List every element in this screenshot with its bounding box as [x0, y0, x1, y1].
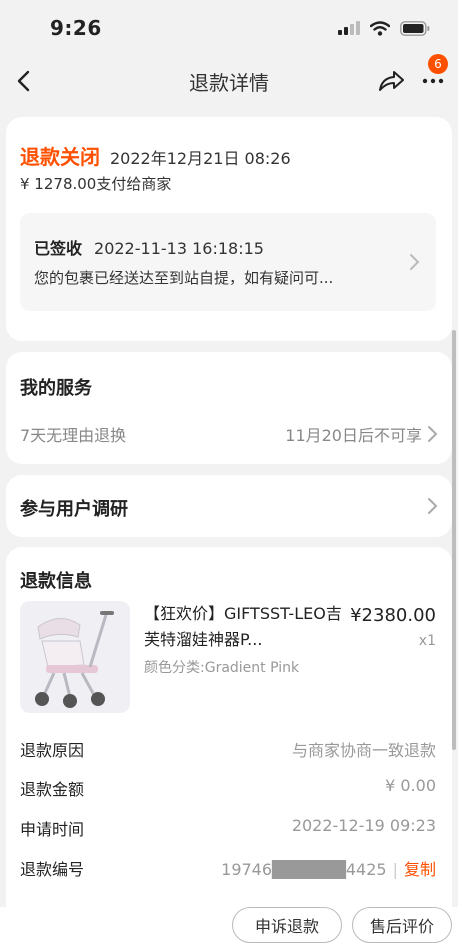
status-bar: 9:26 — [0, 0, 458, 56]
logistics-header: 已签收 2022-11-13 16:18:15 — [34, 235, 264, 259]
refund-info-card: 退款信息 【狂欢价】GIFTSST-LEO吉芙特溜娃神器P... 颜色分类:Gr… — [6, 547, 452, 907]
product-price: ¥2380.00 — [350, 605, 436, 626]
refund-status-card: 退款关闭 2022年12月21日 08:26 ¥ 1278.00支付给商家 已签… — [6, 117, 452, 341]
info-row-refund-no: 退款编号 19746██████4425 | 复制 — [20, 856, 436, 880]
chevron-right-icon — [410, 254, 420, 270]
service-item-name: 7天无理由退换 — [20, 426, 127, 445]
logistics-panel[interactable]: 已签收 2022-11-13 16:18:15 您的包裹已经送达至到站自提，如有… — [20, 213, 436, 311]
refund-status: 退款关闭 — [20, 145, 100, 169]
chevron-right-icon — [428, 498, 438, 514]
refund-info-title: 退款信息 — [20, 571, 92, 592]
stroller-image — [20, 601, 130, 713]
survey-title: 参与用户调研 — [20, 499, 128, 520]
refund-paid-line: ¥ 1278.00支付给商家 — [20, 175, 172, 193]
refund-number: 19746██████4425 — [221, 860, 387, 879]
after-sale-review-button[interactable]: 售后评价 — [352, 907, 452, 943]
scrollbar[interactable] — [452, 330, 456, 750]
info-label: 退款金额 — [20, 780, 85, 799]
bottom-action-bar: 申诉退款 售后评价 — [0, 907, 458, 952]
info-value-with-copy: 19746██████4425 | 复制 — [221, 856, 436, 880]
info-row-apply-time: 申请时间 2022-12-19 09:23 — [20, 816, 436, 840]
status-icons — [338, 20, 430, 36]
logistics-status: 已签收 — [34, 239, 83, 258]
refund-status-row: 退款关闭 2022年12月21日 08:26 — [20, 141, 291, 170]
product-qty: x1 — [418, 633, 436, 649]
back-icon[interactable] — [10, 66, 40, 96]
wifi-icon — [370, 20, 390, 36]
chevron-right-icon[interactable] — [426, 425, 438, 443]
notification-badge: 6 — [428, 54, 448, 74]
info-row-amount: 退款金额 ¥ 0.00 — [20, 776, 436, 800]
logistics-time: 2022-11-13 16:18:15 — [94, 239, 264, 258]
info-value: 2022-12-19 09:23 — [291, 816, 436, 835]
appeal-refund-button[interactable]: 申诉退款 — [232, 907, 342, 943]
product-image[interactable] — [20, 601, 130, 713]
info-label: 申请时间 — [20, 820, 85, 839]
info-label: 退款原因 — [20, 741, 85, 760]
status-time: 9:26 — [50, 16, 102, 40]
service-title: 我的服务 — [20, 378, 92, 399]
my-service-card: 我的服务 7天无理由退换 11月20日后不可享 — [6, 352, 452, 464]
battery-icon — [400, 20, 430, 36]
service-item-status[interactable]: 11月20日后不可享 — [285, 422, 422, 446]
page-title: 退款详情 — [189, 70, 269, 95]
signal-icon — [338, 21, 360, 35]
nav-bar: 退款详情 — [0, 56, 458, 106]
survey-card[interactable]: 参与用户调研 — [6, 475, 452, 537]
info-value: ¥ 0.00 — [385, 776, 436, 795]
product-spec: 颜色分类:Gradient Pink — [144, 660, 300, 676]
copy-button[interactable]: 复制 — [404, 860, 436, 879]
divider: | — [392, 860, 398, 879]
refund-close-time: 2022年12月21日 08:26 — [110, 149, 291, 168]
info-label: 退款编号 — [20, 860, 85, 879]
logistics-desc: 您的包裹已经送达至到站自提，如有疑问可... — [34, 269, 334, 287]
share-icon[interactable] — [376, 66, 406, 96]
product-title[interactable]: 【狂欢价】GIFTSST-LEO吉芙特溜娃神器P... — [144, 601, 344, 653]
info-value: 与商家协商一致退款 — [291, 741, 436, 760]
info-row-reason: 退款原因 与商家协商一致退款 — [20, 737, 436, 761]
